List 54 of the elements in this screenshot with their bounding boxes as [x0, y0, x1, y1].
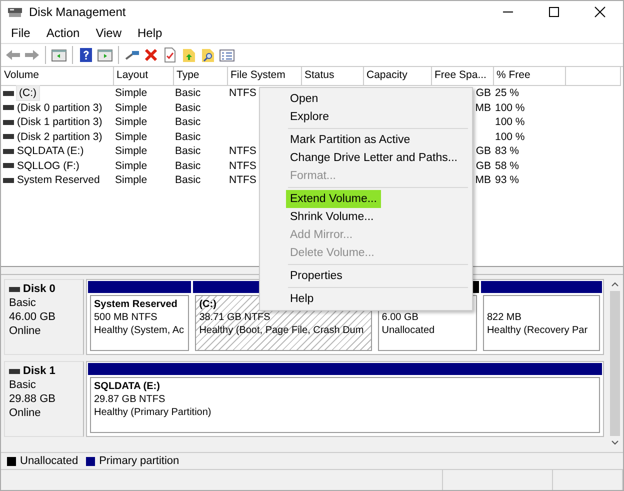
disk-name: Disk 1	[23, 364, 56, 378]
table-cell: 93 %	[495, 174, 519, 186]
disk-status: Online	[9, 324, 42, 338]
table-cell: Simple	[115, 160, 148, 172]
table-cell: NTFS	[229, 87, 256, 99]
window-title: Disk Management	[29, 4, 126, 21]
table-cell: Basic	[175, 174, 201, 186]
disk-type: Basic	[9, 378, 37, 392]
table-cell: Basic	[175, 116, 201, 128]
table-cell: Simple	[115, 102, 148, 114]
partition-size: 6.00 GB	[382, 311, 418, 324]
partition-size: 500 MB NTFS	[94, 311, 158, 324]
table-cell: Basic	[175, 87, 201, 99]
table-cell: MB	[475, 102, 491, 114]
table-cell: 83 %	[495, 145, 519, 157]
partition-name: System Reserved	[94, 298, 178, 311]
table-cell: NTFS	[229, 160, 256, 172]
partition-name: (C:)	[199, 298, 216, 311]
table-cell: 100 %	[495, 102, 525, 114]
table-cell: Simple	[115, 130, 148, 142]
partition-size: 822 MB	[486, 311, 522, 324]
table-cell: Basic	[175, 102, 201, 114]
partition-size: 29.87 GB NTFS	[94, 393, 166, 406]
partition-size: 38.71 GB NTFS	[199, 311, 270, 324]
table-cell: Simple	[115, 87, 148, 99]
partition-status: Healthy (Boot, Page File, Crash Dum	[199, 324, 364, 337]
table-cell: 58 %	[495, 160, 519, 172]
partition-status: Unallocated	[382, 324, 435, 337]
table-cell: 100 %	[495, 130, 525, 142]
disk-status: Online	[9, 406, 42, 420]
partition-status: Healthy (Primary Partition)	[94, 406, 212, 419]
disk-type: Basic	[9, 296, 37, 310]
table-cell: Basic	[175, 130, 201, 142]
legend-label: Primary partition	[99, 454, 180, 469]
disk-size: 46.00 GB	[9, 310, 56, 324]
partition-status: Healthy (System, Ac	[94, 324, 184, 337]
table-cell: 25 %	[495, 87, 519, 99]
table-cell: MB	[475, 174, 491, 186]
table-cell: GB	[476, 160, 491, 172]
disk-size: 29.88 GB	[9, 392, 56, 406]
partition-status: Healthy (Recovery Par	[486, 324, 588, 337]
partition-name: SQLDATA (E:)	[94, 380, 160, 393]
legend-label: Unallocated	[20, 454, 78, 469]
table-cell: NTFS	[229, 145, 256, 157]
table-cell: Simple	[115, 174, 148, 186]
table-cell: Simple	[115, 116, 148, 128]
table-cell: NTFS	[229, 174, 256, 186]
disk-name: Disk 0	[23, 282, 56, 296]
table-cell: GB	[476, 145, 491, 157]
table-cell: GB	[476, 87, 491, 99]
table-cell: Basic	[175, 145, 201, 157]
table-cell: Simple	[115, 145, 148, 157]
table-cell: 100 %	[495, 116, 525, 128]
table-cell: Basic	[175, 160, 201, 172]
